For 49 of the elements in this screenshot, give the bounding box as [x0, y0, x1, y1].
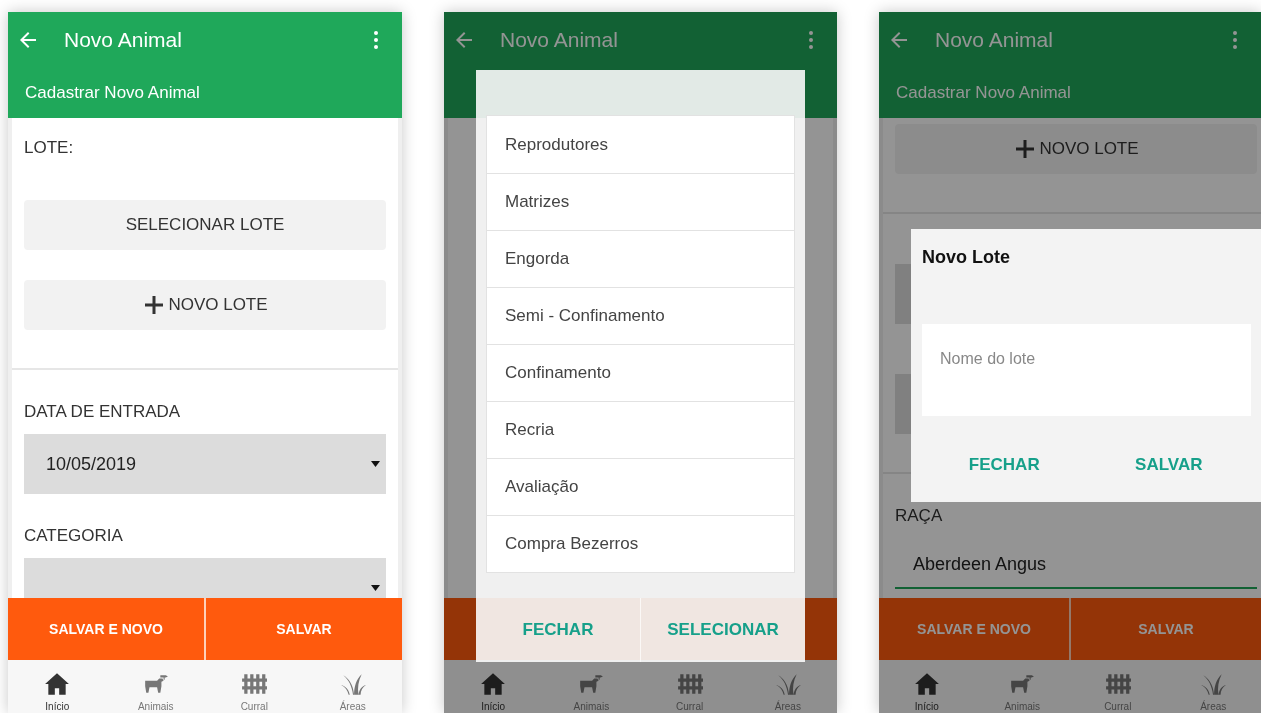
dialog-button[interactable]: SELECIONAR [640, 598, 805, 662]
nav-tab[interactable]: Início [444, 660, 543, 713]
screen-title: Novo Animal [64, 28, 183, 52]
lot-option[interactable]: Confinamento [487, 344, 794, 401]
nav-tab[interactable]: Curral [205, 660, 304, 713]
section-title: Cadastrar Novo Animal [25, 83, 200, 103]
field-label: RAÇA [895, 506, 944, 526]
nav-tab[interactable]: Animais [974, 660, 1070, 713]
nav-tab[interactable]: Curral [1070, 660, 1166, 713]
dropdown-field[interactable]: 10/05/2019 [24, 434, 386, 494]
dialog-title: Novo Lote [922, 247, 1011, 268]
fence-icon [241, 671, 268, 697]
screen-title: Novo Animal [500, 28, 619, 52]
dialog-button[interactable]: FECHAR [922, 428, 1087, 502]
field-label: DATA DE ENTRADA [24, 402, 182, 422]
lot-option[interactable]: Recria [487, 401, 794, 458]
lot-option[interactable]: Reprodutores [487, 116, 794, 173]
field-label: CATEGORIA [24, 526, 124, 546]
lot-option[interactable]: Semi - Confinamento [487, 287, 794, 344]
grass-icon [1200, 671, 1227, 697]
lot-option[interactable]: Engorda [487, 230, 794, 287]
select-lot-button[interactable]: SELECIONAR LOTE [24, 200, 386, 250]
home-icon [913, 671, 940, 697]
lot-name-field[interactable]: Nome do lote [922, 324, 1251, 416]
fence-icon [1104, 671, 1131, 697]
lot-option[interactable]: Compra Bezerros [487, 515, 794, 572]
field-label: LOTE: [24, 138, 75, 158]
nav-tab[interactable]: Áreas [738, 660, 837, 713]
home-icon [480, 671, 507, 697]
dropdown-arrow-icon [371, 461, 380, 467]
lot-option[interactable]: Matrizes [487, 173, 794, 230]
dropdown-value: 10/05/2019 [46, 453, 137, 475]
new-lot-button[interactable]: NOVO LOTE [895, 124, 1257, 174]
nav-tab[interactable]: Início [879, 660, 975, 713]
dropdown-arrow-icon [371, 585, 380, 591]
new-lot-button[interactable]: NOVO LOTE [24, 280, 386, 330]
screen-title: Novo Animal [935, 28, 1054, 52]
nav-tab[interactable]: Animais [106, 660, 205, 713]
section-title: Cadastrar Novo Animal [896, 83, 1071, 103]
nav-tab[interactable]: Áreas [1165, 660, 1261, 713]
home-icon [44, 671, 71, 697]
nav-tab[interactable]: Animais [542, 660, 641, 713]
nav-tab[interactable]: Início [8, 660, 107, 713]
fence-icon [676, 671, 703, 697]
nav-tab[interactable]: Áreas [303, 660, 402, 713]
lot-option[interactable]: Avaliação [487, 458, 794, 515]
dialog-button[interactable]: FECHAR [476, 598, 640, 662]
breed-field[interactable]: Aberdeen Angus [895, 542, 1257, 589]
dialog-button[interactable]: SALVAR [1086, 428, 1251, 502]
